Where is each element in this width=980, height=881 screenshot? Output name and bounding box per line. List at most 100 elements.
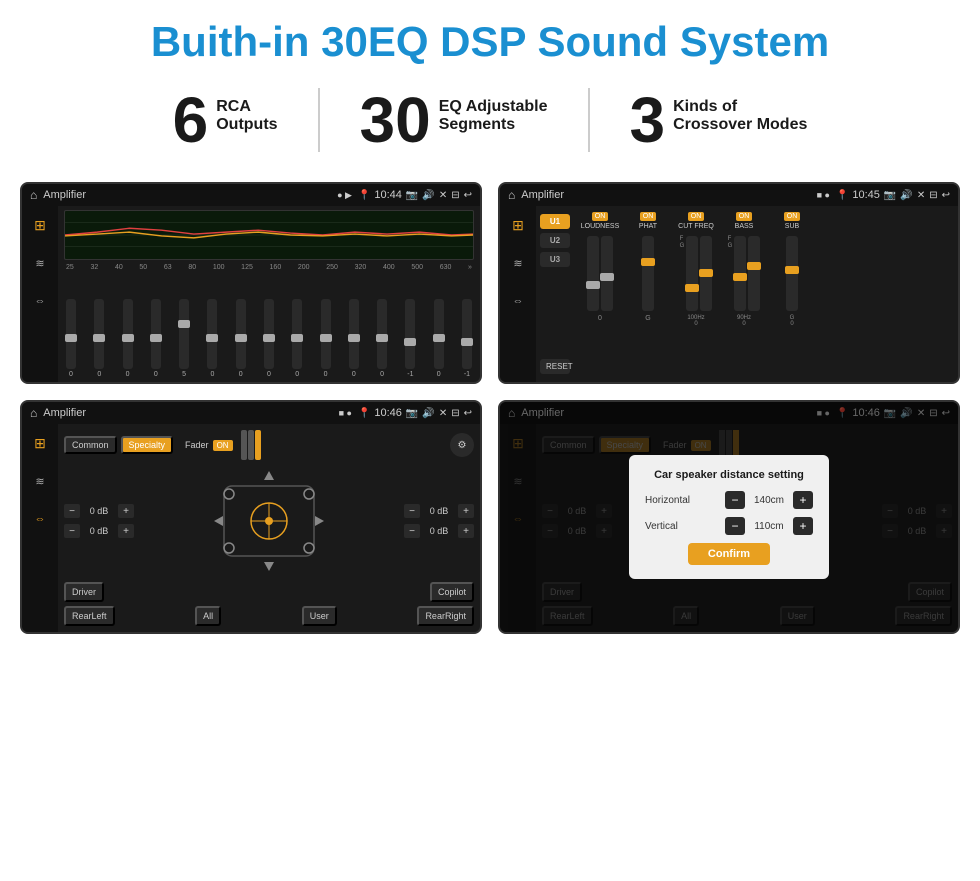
sub-slider[interactable] xyxy=(786,236,798,311)
all-button[interactable]: All xyxy=(195,606,221,626)
back-icon-3: ↩ xyxy=(464,408,472,419)
wave-icon[interactable]: ≋ xyxy=(29,252,51,274)
eq-slider-13: -1 xyxy=(405,299,415,378)
db1-minus[interactable]: − xyxy=(64,504,80,518)
vertical-plus[interactable]: + xyxy=(793,517,813,535)
stat-rca: 6 RCA Outputs xyxy=(133,88,320,152)
screens-grid: ⌂ Amplifier ● ▶ 📍 10:44 📷 🔊 ✕ ⊟ ↩ ⊞ ≋ xyxy=(0,172,980,654)
crossover-modules: ON LOUDNESS 0 ON PHAT G xyxy=(574,206,958,382)
wave-icon-2[interactable]: ≋ xyxy=(507,252,529,274)
db2-value: 0 dB xyxy=(84,526,114,536)
back-icon-2: ↩ xyxy=(942,190,950,201)
bass-slider-f[interactable] xyxy=(734,236,746,311)
eq-slider-6: 0 xyxy=(207,299,217,378)
vertical-minus[interactable]: − xyxy=(725,517,745,535)
vol-icon[interactable]: ⇔ xyxy=(29,290,51,312)
horizontal-plus[interactable]: + xyxy=(793,491,813,509)
eq-icon-2[interactable]: ⊞ xyxy=(507,214,529,236)
horizontal-minus[interactable]: − xyxy=(725,491,745,509)
db3-minus[interactable]: − xyxy=(404,504,420,518)
bass-module: ON BASS FG 90Hz0 xyxy=(722,212,766,376)
clock-3: 10:46 xyxy=(374,407,402,419)
cutfreq-module: ON CUT FREQ FG 100Hz0 xyxy=(674,212,718,376)
eq-sliders: 0 0 0 0 5 xyxy=(64,275,474,378)
stat-crossover-number: 3 xyxy=(630,88,666,152)
copilot-button[interactable]: Copilot xyxy=(430,582,474,602)
eq-icon-3[interactable]: ⊞ xyxy=(29,432,51,454)
rearright-button[interactable]: RearRight xyxy=(417,606,474,626)
eq-slider-3: 0 xyxy=(123,299,133,378)
cutfreq-on[interactable]: ON xyxy=(688,212,705,221)
fader-bottom-row2: RearLeft All User RearRight xyxy=(64,606,474,626)
db2-minus[interactable]: − xyxy=(64,524,80,538)
loudness-slider-r[interactable] xyxy=(601,236,613,311)
db4-plus[interactable]: + xyxy=(458,524,474,538)
specialty-tab[interactable]: Specialty xyxy=(121,436,174,454)
camera-icon-2: 📷 xyxy=(884,190,896,201)
close-icon-2: ✕ xyxy=(917,190,925,201)
home-icon-2: ⌂ xyxy=(508,188,515,202)
db3-plus[interactable]: + xyxy=(458,504,474,518)
screen-eq-inner: ⊞ ≋ ⇔ xyxy=(22,206,480,382)
eq-bottom-bar: ◀ Custom ▶ RESET U1 U2 U3 xyxy=(22,382,480,384)
vol-icon-3[interactable]: ⇔ xyxy=(29,508,51,530)
eq-slider-7: 0 xyxy=(236,299,246,378)
db1-value: 0 dB xyxy=(84,506,114,516)
minimize-icon-1: ⊟ xyxy=(451,190,459,201)
right-db-controls: − 0 dB + − 0 dB + xyxy=(404,466,474,576)
loudness-module: ON LOUDNESS 0 xyxy=(578,212,622,376)
status-icons-1: 📍 10:44 📷 🔊 ✕ ⊟ ↩ xyxy=(358,189,472,201)
eq-slider-15: -1 xyxy=(462,299,472,378)
vertical-row: Vertical − 110cm + xyxy=(645,517,813,535)
settings-icon[interactable]: ⚙ xyxy=(450,433,474,457)
equalizer-icon: ⊞ xyxy=(34,217,46,234)
u2-preset[interactable]: U2 xyxy=(540,233,570,248)
db2-plus[interactable]: + xyxy=(118,524,134,538)
phat-slider[interactable] xyxy=(642,236,654,311)
vertical-label: Vertical xyxy=(645,521,678,532)
waveform-icon-3: ≋ xyxy=(35,475,44,488)
location-icon-2: 📍 xyxy=(836,190,848,201)
cutfreq-slider-g[interactable] xyxy=(700,236,712,311)
status-bar-3: ⌂ Amplifier ■ ● 📍 10:46 📷 🔊 ✕ ⊟ ↩ xyxy=(22,402,480,424)
eq-slider-14: 0 xyxy=(434,299,444,378)
user-button[interactable]: User xyxy=(302,606,337,626)
phat-on[interactable]: ON xyxy=(640,212,657,221)
stat-crossover: 3 Kinds of Crossover Modes xyxy=(590,88,848,152)
eq-slider-1: 0 xyxy=(66,299,76,378)
u1-preset[interactable]: U1 xyxy=(540,214,570,229)
cutfreq-slider-f[interactable] xyxy=(686,236,698,311)
phat-label: PHAT xyxy=(639,223,657,230)
fader-label: Fader xyxy=(185,440,209,450)
rearleft-button[interactable]: RearLeft xyxy=(64,606,115,626)
db4-minus[interactable]: − xyxy=(404,524,420,538)
eq-icon[interactable]: ⊞ xyxy=(29,214,51,236)
common-tab[interactable]: Common xyxy=(64,436,117,454)
db3-value: 0 dB xyxy=(424,506,454,516)
horizontal-control: − 140cm + xyxy=(725,491,813,509)
driver-button[interactable]: Driver xyxy=(64,582,104,602)
vol-icon-2[interactable]: ⇔ xyxy=(507,290,529,312)
stat-crossover-line2: Crossover Modes xyxy=(673,116,807,134)
confirm-button[interactable]: Confirm xyxy=(688,543,770,565)
vertical-control: − 110cm + xyxy=(725,517,813,535)
fader-on-badge[interactable]: ON xyxy=(213,440,233,451)
eq-main-area: 25 32 40 50 63 80 100 125 160 200 250 32… xyxy=(58,206,480,382)
status-bar-1: ⌂ Amplifier ● ▶ 📍 10:44 📷 🔊 ✕ ⊟ ↩ xyxy=(22,184,480,206)
status-title-1: Amplifier xyxy=(43,189,331,201)
reset-button-crossover[interactable]: RESET xyxy=(540,359,570,374)
sub-label: SUB xyxy=(785,223,799,230)
loudness-on[interactable]: ON xyxy=(592,212,609,221)
bass-slider-g[interactable] xyxy=(748,236,760,311)
volume-arrows-icon: ⇔ xyxy=(35,295,46,307)
wave-icon-3[interactable]: ≋ xyxy=(29,470,51,492)
status-icons-3: 📍 10:46 📷 🔊 ✕ ⊟ ↩ xyxy=(358,407,472,419)
db1-plus[interactable]: + xyxy=(118,504,134,518)
loudness-slider-l[interactable] xyxy=(587,236,599,311)
waveform-icon-2: ≋ xyxy=(513,257,522,270)
db-row-1: − 0 dB + xyxy=(64,504,134,518)
u3-preset[interactable]: U3 xyxy=(540,252,570,267)
sub-on[interactable]: ON xyxy=(784,212,801,221)
eq-slider-12: 0 xyxy=(377,299,387,378)
bass-on[interactable]: ON xyxy=(736,212,753,221)
